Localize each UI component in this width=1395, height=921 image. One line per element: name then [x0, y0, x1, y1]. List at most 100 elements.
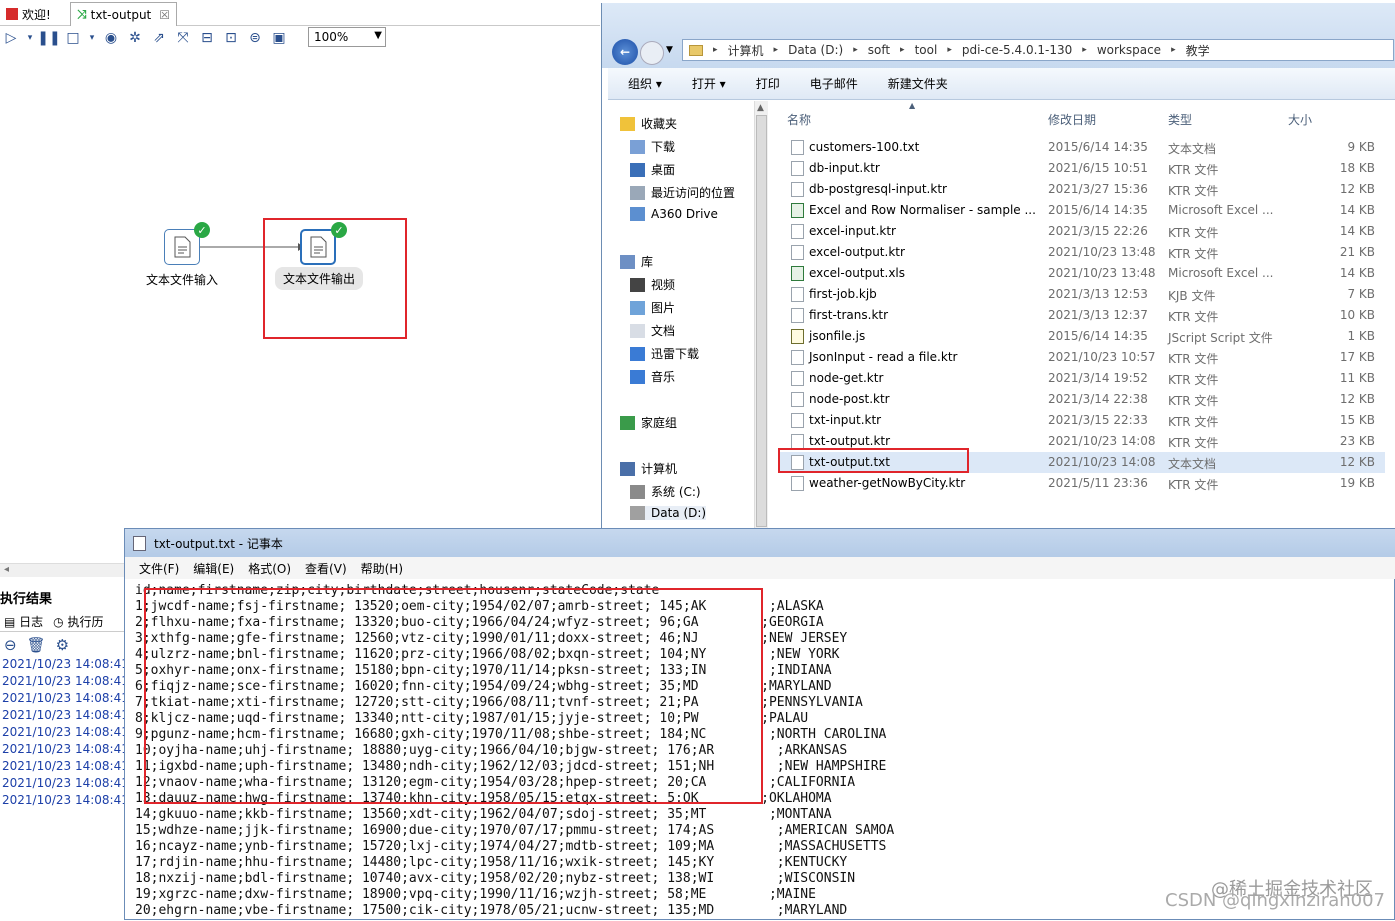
- stop-icon[interactable]: □: [64, 29, 82, 47]
- breadcrumb-separator-icon[interactable]: ▸: [1171, 45, 1176, 55]
- breadcrumb-separator-icon[interactable]: ▸: [713, 45, 718, 55]
- zoom-select[interactable]: 100% ▼: [308, 27, 386, 47]
- nav-lib-item[interactable]: 文档: [630, 322, 675, 339]
- forward-button[interactable]: [640, 41, 664, 65]
- file-row[interactable]: Excel and Row Normaliser - sample ... 201…: [779, 200, 1385, 221]
- breadcrumb-separator-icon[interactable]: ▸: [1082, 45, 1087, 55]
- show-results-icon[interactable]: ▣: [270, 29, 288, 47]
- canvas-scrollbar[interactable]: ◂: [0, 563, 124, 577]
- notepad-menu-item[interactable]: 查看(V): [305, 560, 347, 577]
- command-button[interactable]: 组织 ▾: [628, 75, 662, 92]
- run-icon[interactable]: ▷: [2, 29, 20, 47]
- pause-icon[interactable]: ❚❚: [37, 29, 60, 47]
- breadcrumb-separator-icon[interactable]: ▸: [947, 45, 952, 55]
- file-size: 21 KB: [1339, 245, 1375, 259]
- file-row[interactable]: first-job.kjb 2021/3/13 12:53 KJB 文件 7 KB: [779, 284, 1385, 305]
- file-row[interactable]: JsonInput - read a file.ktr 2021/10/23 10…: [779, 347, 1385, 368]
- file-row[interactable]: excel-input.ktr 2021/3/15 22:26 KTR 文件 14 K…: [779, 221, 1385, 242]
- file-row[interactable]: db-postgresql-input.ktr 2021/3/27 15:36 KT…: [779, 179, 1385, 200]
- file-row[interactable]: excel-output.ktr 2021/10/23 13:48 KTR 文件 21…: [779, 242, 1385, 263]
- tab-welcome[interactable]: 欢迎!: [0, 2, 57, 26]
- nav-lib-item[interactable]: 图片: [630, 299, 675, 316]
- scroll-thumb[interactable]: [756, 115, 767, 527]
- nav-fav-item[interactable]: 桌面: [630, 161, 675, 178]
- breadcrumb-separator-icon[interactable]: ▸: [853, 45, 858, 55]
- breadcrumb-item[interactable]: pdi-ce-5.4.0.1-130: [962, 43, 1072, 57]
- excel-file-icon: [791, 266, 804, 281]
- nav-drive[interactable]: 系统 (C:): [630, 483, 701, 500]
- file-row[interactable]: txt-input.ktr 2021/3/15 22:33 KTR 文件 15 KB: [779, 410, 1385, 431]
- file-row[interactable]: excel-output.xls 2021/10/23 13:48 Microsof…: [779, 263, 1385, 284]
- nav-scrollbar[interactable]: ▲: [754, 101, 768, 528]
- notepad-titlebar[interactable]: txt-output.txt - 记事本: [125, 529, 1395, 557]
- sql-icon[interactable]: ⊡: [222, 29, 240, 47]
- file-row[interactable]: node-get.ktr 2021/3/14 19:52 KTR 文件 11 KB: [779, 368, 1385, 389]
- nav-fav-item[interactable]: 最近访问的位置: [630, 184, 735, 201]
- file-row[interactable]: jsonfile.js 2015/6/14 14:35 JScript Script…: [779, 326, 1385, 347]
- verify-icon[interactable]: ⤧: [174, 29, 192, 47]
- nav-fav-item[interactable]: A360 Drive: [630, 207, 718, 221]
- col-header-name[interactable]: 名称: [787, 111, 811, 128]
- close-tab-icon[interactable]: ☒: [159, 8, 170, 22]
- command-button[interactable]: 新建文件夹: [888, 75, 948, 92]
- breadcrumb-item[interactable]: 计算机: [728, 42, 764, 59]
- nav-lib-item[interactable]: 音乐: [630, 368, 675, 385]
- folder-icon: [689, 44, 703, 56]
- notepad-menu-item[interactable]: 编辑(E): [193, 560, 234, 577]
- nav-drive[interactable]: Data (D:): [630, 506, 707, 520]
- tab-txt-output[interactable]: ⤨ txt-output ☒: [70, 2, 178, 26]
- breadcrumb[interactable]: ▸ 计算机 ▸ Data (D:) ▸ soft ▸ tool ▸ pdi-ce-5.4.0.1-…: [682, 39, 1394, 61]
- scroll-left-icon[interactable]: ◂: [4, 564, 9, 575]
- breadcrumb-item[interactable]: soft: [868, 43, 890, 57]
- notepad-menu-item[interactable]: 格式(O): [248, 560, 291, 577]
- breadcrumb-item[interactable]: 教学: [1186, 42, 1210, 59]
- col-header-size[interactable]: 大小: [1288, 111, 1312, 128]
- preview-icon[interactable]: ◉: [102, 29, 120, 47]
- file-row[interactable]: weather-getNowByCity.ktr 2021/5/11 23:36 K…: [779, 473, 1385, 494]
- tab-history[interactable]: ◷ 执行历: [53, 613, 103, 630]
- nav-lib-item[interactable]: 视频: [630, 276, 675, 293]
- explore-db-icon[interactable]: ⊜: [246, 29, 264, 47]
- nav-lib-item[interactable]: 迅雷下载: [630, 345, 699, 362]
- file-name: db-input.ktr: [809, 161, 880, 175]
- trash-icon[interactable]: 🗑: [27, 636, 46, 654]
- text-line: 18;nxzij-name;bdl-firstname; 10740;avx-c…: [135, 871, 856, 886]
- file-icon: [791, 392, 804, 407]
- nav-homegroup[interactable]: 家庭组: [620, 414, 677, 431]
- notepad-menu-item[interactable]: 文件(F): [139, 560, 179, 577]
- back-button[interactable]: ←: [612, 39, 638, 65]
- text-line: 14;gkuuo-name;kkb-firstname; 13560;xdt-c…: [135, 807, 832, 822]
- file-row[interactable]: node-post.ktr 2021/3/14 22:38 KTR 文件 12 KB: [779, 389, 1385, 410]
- col-header-date[interactable]: 修改日期: [1048, 111, 1096, 128]
- file-row[interactable]: first-trans.ktr 2021/3/13 12:37 KTR 文件 10 K…: [779, 305, 1385, 326]
- stop-dropdown-icon[interactable]: ▾: [88, 29, 96, 47]
- file-size: 1 KB: [1347, 329, 1375, 343]
- nav-computer[interactable]: 计算机: [620, 460, 677, 477]
- file-row[interactable]: customers-100.txt 2015/6/14 14:35 文本文档 9 KB: [779, 137, 1385, 158]
- settings-icon[interactable]: ⚙: [56, 636, 69, 654]
- replay-icon[interactable]: ⇗: [150, 29, 168, 47]
- breadcrumb-item[interactable]: Data (D:): [788, 43, 843, 57]
- run-dropdown-icon[interactable]: ▾: [26, 29, 34, 47]
- command-button[interactable]: 打开 ▾: [692, 75, 726, 92]
- command-button[interactable]: 电子邮件: [810, 75, 858, 92]
- notepad-menu-item[interactable]: 帮助(H): [361, 560, 403, 577]
- command-button[interactable]: 打印: [756, 75, 780, 92]
- nav-fav-item[interactable]: 下载: [630, 138, 675, 155]
- nav-favorites[interactable]: 收藏夹: [620, 115, 677, 132]
- history-dropdown-icon[interactable]: ▼: [666, 45, 673, 55]
- scroll-up-icon[interactable]: ▲: [757, 103, 764, 113]
- breadcrumb-item[interactable]: tool: [915, 43, 938, 57]
- welcome-icon: [6, 8, 18, 20]
- nav-library[interactable]: 库: [620, 253, 653, 270]
- clear-log-icon[interactable]: ⊖: [4, 636, 17, 654]
- col-header-type[interactable]: 类型: [1168, 111, 1192, 128]
- impact-icon[interactable]: ⊟: [198, 29, 216, 47]
- debug-icon[interactable]: ✲: [126, 29, 144, 47]
- breadcrumb-separator-icon[interactable]: ▸: [774, 45, 779, 55]
- file-row[interactable]: db-input.ktr 2021/6/15 10:51 KTR 文件 18 KB: [779, 158, 1385, 179]
- breadcrumb-item[interactable]: workspace: [1097, 43, 1161, 57]
- tab-log[interactable]: ▤ 日志: [0, 613, 43, 630]
- breadcrumb-separator-icon[interactable]: ▸: [900, 45, 905, 55]
- file-size: 14 KB: [1339, 224, 1375, 238]
